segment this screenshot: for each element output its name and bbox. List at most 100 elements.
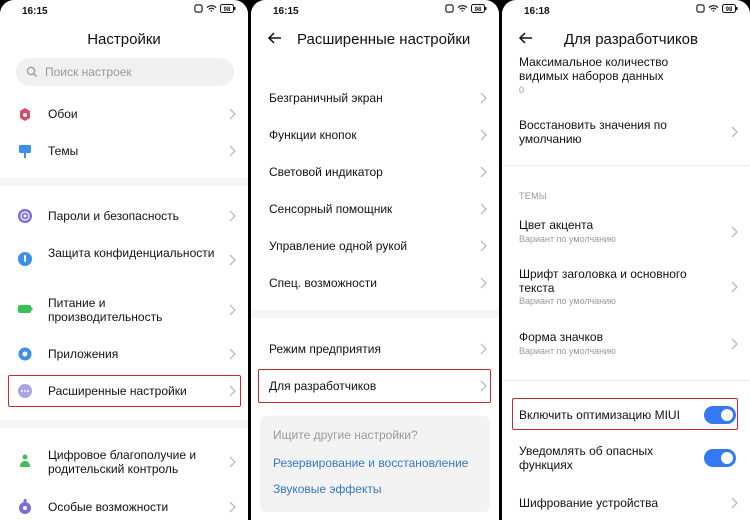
chevron-right-icon (480, 203, 487, 215)
status-time: 16:18 (524, 6, 550, 17)
settings-item-label: Спец. возможности (269, 276, 377, 290)
wifi-icon (457, 5, 468, 12)
settings-item-power[interactable]: Питание и производительность (0, 296, 248, 324)
wifi-icon (708, 5, 719, 12)
alarm-icon (445, 4, 454, 13)
settings-item-label: Защита конфиденциальности (48, 246, 215, 260)
wallpaper-icon (20, 108, 30, 121)
settings-screen: 16:15 98 Настройки Поиск настроек Обои Т… (0, 0, 248, 520)
settings-item-value: Вариант по умолчанию (519, 234, 616, 244)
suggestion-link-sound[interactable]: Звуковые эффекты (273, 482, 381, 496)
settings-item-label: Форма значков (519, 330, 603, 344)
section-divider (0, 178, 248, 186)
settings-item-label: Цифровое благополучие и родительский кон… (48, 448, 197, 476)
chevron-right-icon (229, 254, 236, 266)
search-input[interactable]: Поиск настроек (16, 58, 234, 86)
settings-item-themes[interactable]: Темы (0, 140, 248, 162)
settings-item-wallpaper[interactable]: Обои (0, 103, 248, 125)
settings-item-label: Максимальное количество видимых наборов … (519, 55, 669, 83)
settings-item-label: Режим предприятия (269, 342, 381, 356)
settings-item-label: Пароли и безопасность (48, 209, 179, 223)
settings-item-value: 0 (519, 85, 525, 95)
section-label-themes: ТЕМЫ (519, 191, 548, 201)
alarm-icon (696, 4, 705, 13)
settings-item-special[interactable]: Спец. возможности (251, 272, 499, 294)
search-icon (26, 66, 38, 78)
settings-item-led[interactable]: Световой индикатор (251, 161, 499, 183)
dev-item-font[interactable]: Шрифт заголовка и основного текста Вариа… (502, 267, 750, 307)
wifi-icon (206, 5, 217, 12)
settings-item-label: Темы (48, 144, 79, 158)
battery-level: 98 (224, 7, 231, 13)
settings-item-label: Приложения (48, 347, 119, 361)
settings-item-enterprise[interactable]: Режим предприятия (251, 338, 499, 360)
chevron-right-icon (229, 304, 236, 316)
settings-item-buttons[interactable]: Функции кнопок (251, 124, 499, 146)
status-time: 16:15 (273, 6, 299, 17)
settings-item-privacy[interactable]: Защита конфиденциальности (0, 246, 248, 274)
dev-item-max-datasets[interactable]: Максимальное количество видимых наборов … (502, 55, 750, 95)
settings-item-label: Управление одной рукой (269, 239, 408, 253)
chevron-right-icon (480, 92, 487, 104)
battery-status-icon: 98 (722, 4, 738, 13)
chevron-right-icon (229, 210, 236, 222)
settings-item-fullscreen[interactable]: Безграничный экран (251, 87, 499, 109)
chevron-right-icon (731, 338, 738, 350)
developer-settings-screen: 16:18 98 Для разработчиков Максимальное … (502, 0, 750, 520)
settings-item-apps[interactable]: Приложения (0, 343, 248, 365)
settings-item-label: Функции кнопок (269, 128, 357, 142)
settings-item-value: Вариант по умолчанию (519, 296, 616, 306)
status-icons: 98 (445, 4, 487, 13)
highlight-frame (512, 398, 738, 430)
dev-item-restore-defaults[interactable]: Восстановить значения по умолчанию (502, 118, 750, 146)
highlight-frame (258, 369, 491, 403)
chevron-right-icon (731, 281, 738, 293)
battery-status-icon: 98 (220, 4, 236, 13)
battery-level: 98 (475, 7, 482, 13)
alarm-icon (194, 4, 203, 13)
dev-item-icon-shape[interactable]: Форма значков Вариант по умолчанию (502, 330, 750, 358)
fingerprint-icon (18, 209, 32, 223)
page-title: Для разработчиков (564, 31, 698, 48)
status-bar: 16:15 98 (0, 0, 248, 22)
suggestion-link-backup[interactable]: Резервирование и восстановление (273, 456, 468, 470)
settings-item-wellbeing[interactable]: Цифровое благополучие и родительский кон… (0, 448, 248, 476)
settings-item-label: Обои (48, 107, 78, 121)
chevron-right-icon (731, 497, 738, 509)
chevron-right-icon (229, 456, 236, 468)
settings-item-label: Цвет акцента (519, 218, 594, 232)
suggestions-title: Ищите другие настройки? (273, 428, 418, 442)
chevron-right-icon (480, 129, 487, 141)
chevron-right-icon (480, 343, 487, 355)
settings-item-label: Световой индикатор (269, 165, 383, 179)
advanced-settings-screen: 16:15 98 Расширенные настройки Безгранич… (251, 0, 499, 520)
status-icons: 98 (194, 4, 236, 13)
settings-item-label: Безграничный экран (269, 91, 383, 105)
section-divider (0, 420, 248, 428)
chevron-right-icon (229, 348, 236, 360)
settings-item-value: Вариант по умолчанию (519, 346, 616, 356)
settings-item-passwords[interactable]: Пароли и безопасность (0, 205, 248, 227)
chevron-right-icon (731, 126, 738, 138)
themes-icon (19, 145, 31, 158)
settings-item-touch-assistant[interactable]: Сенсорный помощник (251, 198, 499, 220)
chevron-right-icon (480, 166, 487, 178)
warn-dangerous-toggle[interactable] (704, 449, 736, 467)
settings-item-accessibility[interactable]: Особые возможности (0, 496, 248, 518)
settings-item-label: Шрифт заголовка и основного текста (519, 267, 687, 295)
header: Настройки (0, 28, 248, 52)
section-divider (502, 380, 750, 381)
chevron-right-icon (229, 145, 236, 157)
settings-item-label: Особые возможности (48, 500, 169, 514)
dev-item-warn-dangerous[interactable]: Уведомлять об опасных функциях (502, 444, 750, 472)
back-arrow-icon[interactable] (267, 30, 283, 46)
page-title: Расширенные настройки (297, 31, 471, 48)
chevron-right-icon (229, 501, 236, 513)
status-bar: 16:15 98 (251, 0, 499, 22)
settings-item-label: Восстановить значения по умолчанию (519, 118, 667, 146)
settings-item-one-hand[interactable]: Управление одной рукой (251, 235, 499, 257)
back-arrow-icon[interactable] (518, 30, 534, 46)
dev-item-accent-color[interactable]: Цвет акцента Вариант по умолчанию (502, 218, 750, 246)
status-time: 16:15 (22, 6, 48, 17)
dev-item-encryption[interactable]: Шифрование устройства (502, 492, 750, 514)
